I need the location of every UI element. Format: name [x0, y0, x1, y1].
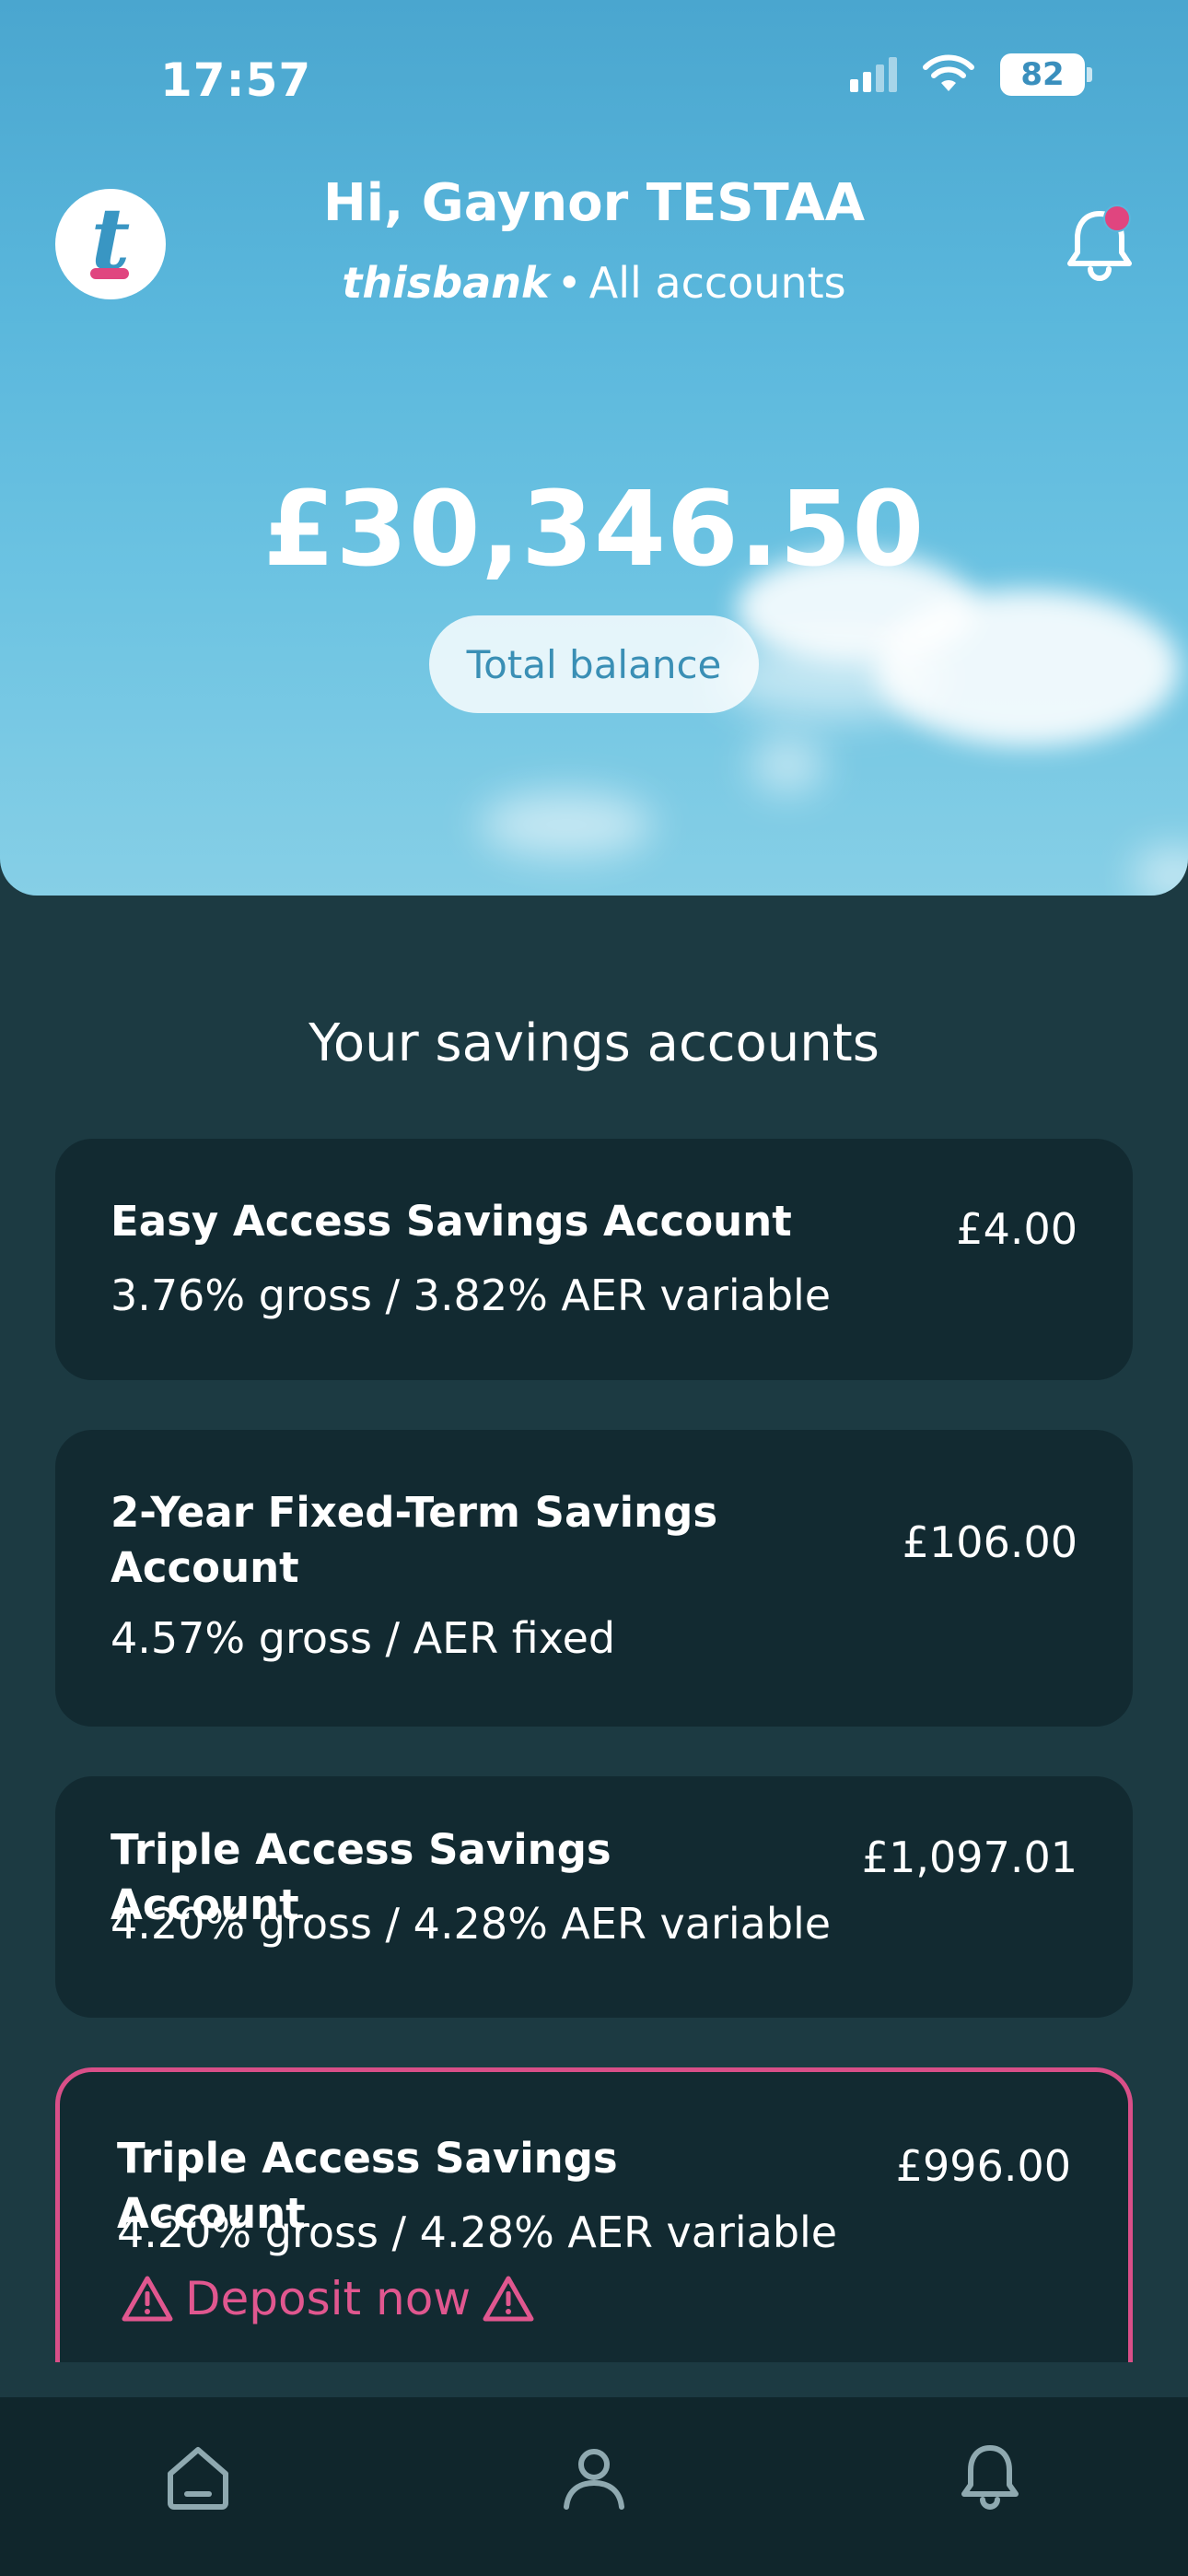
brand-name: thisbank — [342, 258, 550, 308]
cloud — [751, 737, 824, 792]
total-balance-amount: £30,346.50 — [262, 470, 926, 590]
notification-badge — [1103, 205, 1131, 232]
scope-label: All accounts — [588, 258, 846, 308]
notifications-icon — [961, 2445, 1019, 2510]
account-name: Easy Access Savings Account — [111, 1197, 792, 1246]
wifi-icon — [923, 54, 974, 91]
account-card[interactable]: 2-Year Fixed-Term Savings Account 4.57% … — [55, 1430, 1133, 1727]
status-bar: 17:57 82 — [0, 0, 1188, 157]
account-card[interactable]: Triple Access Savings Account 4.20% gros… — [55, 1776, 1133, 2018]
section-title: Your savings accounts — [309, 1013, 879, 1073]
profile-icon — [564, 2449, 624, 2510]
cellular-signal-icon — [850, 57, 897, 92]
account-scope[interactable]: thisbank • All accounts — [0, 258, 1188, 308]
account-rate: 3.76% gross / 3.82% AER variable — [111, 1270, 832, 1320]
warning-icon — [483, 2276, 534, 2322]
account-rate: 4.20% gross / 4.28% AER variable — [117, 2207, 838, 2257]
account-rate: 4.20% gross / 4.28% AER variable — [111, 1899, 832, 1949]
nav-home[interactable] — [152, 2431, 244, 2523]
warning-icon — [122, 2276, 173, 2322]
status-time: 17:57 — [160, 53, 312, 107]
nav-notifications[interactable] — [944, 2431, 1036, 2523]
deposit-now-link[interactable]: Deposit now — [121, 2269, 535, 2328]
total-balance-label: Total balance — [429, 615, 759, 713]
app-screen: 17:57 82 t Hi, Gaynor TESTAA thisbank • … — [0, 0, 1188, 2576]
separator: • — [556, 258, 582, 308]
account-balance: £1,097.01 — [861, 1832, 1077, 1882]
bottom-nav — [0, 2397, 1188, 2576]
account-name: 2-Year Fixed-Term Savings Account — [111, 1488, 718, 1592]
cloud — [479, 792, 654, 857]
hero-header: 17:57 82 t Hi, Gaynor TESTAA thisbank • … — [0, 0, 1188, 896]
battery-indicator: 82 — [1000, 53, 1092, 96]
status-icons: 82 — [850, 53, 1092, 96]
greeting: Hi, Gaynor TESTAA — [322, 173, 866, 233]
account-balance: £4.00 — [956, 1204, 1077, 1254]
cloud — [1133, 848, 1188, 896]
account-card-needs-deposit[interactable]: Triple Access Savings Account 4.20% gros… — [55, 2067, 1133, 2362]
account-balance: £106.00 — [902, 1517, 1077, 1567]
home-icon — [168, 2447, 228, 2510]
deposit-now-label: Deposit now — [185, 2272, 472, 2325]
account-rate: 4.57% gross / AER fixed — [111, 1613, 616, 1663]
account-balance: £996.00 — [895, 2141, 1071, 2191]
account-card[interactable]: Easy Access Savings Account 3.76% gross … — [55, 1139, 1133, 1380]
nav-profile[interactable] — [548, 2431, 640, 2523]
